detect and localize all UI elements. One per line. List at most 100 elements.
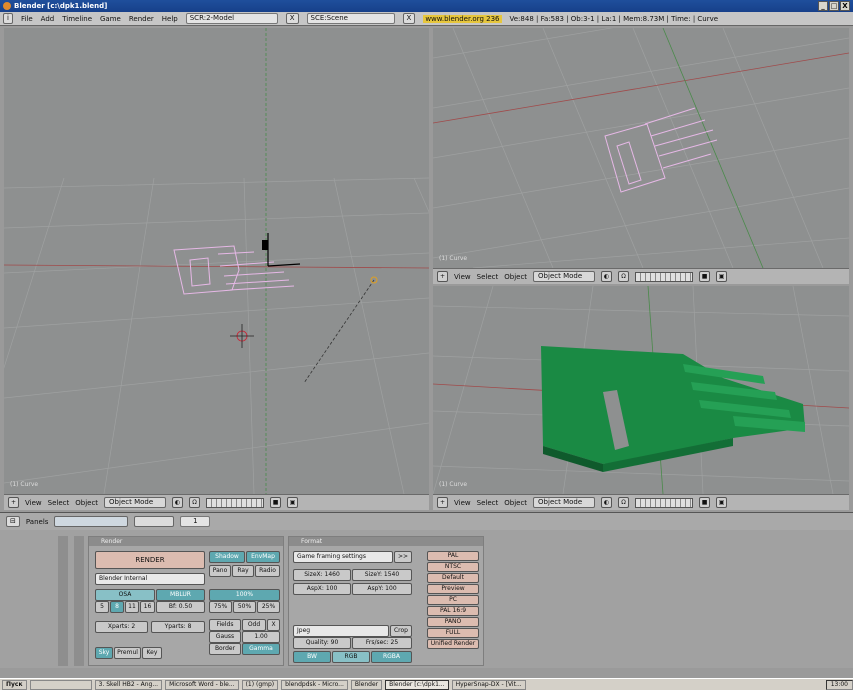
renderer-select[interactable]: Blender Internal — [95, 573, 205, 585]
size-50-button[interactable]: 50% — [233, 601, 256, 613]
window-type-icon[interactable]: ⊟ — [6, 516, 20, 527]
taskbar-item[interactable]: (1) (gmp) — [241, 679, 279, 690]
close-button[interactable]: X — [840, 1, 850, 11]
viewport-top-right[interactable]: (1) Curve — [433, 28, 849, 268]
x-toggle[interactable]: X — [267, 619, 280, 631]
taskbar-item[interactable]: 3. Skell HB2 - Ang... — [94, 679, 163, 690]
osa-11[interactable]: 11 — [125, 601, 139, 613]
frame-number[interactable]: 1 — [180, 516, 211, 527]
lock-icon[interactable]: ■ — [699, 271, 711, 282]
preset-pc[interactable]: PC — [427, 595, 479, 605]
preset-preview[interactable]: Preview — [427, 584, 479, 594]
window-type-icon[interactable]: i — [3, 13, 13, 24]
menu-select[interactable]: Select — [477, 499, 499, 507]
preset-pano[interactable]: PANO — [427, 617, 479, 627]
xparts-field[interactable]: Xparts: 2 — [95, 621, 148, 633]
preset-expand-button[interactable]: >> — [394, 551, 412, 563]
mblur-toggle[interactable]: MBLUR — [156, 589, 205, 601]
render-icon[interactable]: ▣ — [716, 271, 728, 282]
size-25-button[interactable]: 25% — [257, 601, 280, 613]
subcontext-icons[interactable] — [134, 516, 175, 527]
size-75-button[interactable]: 75% — [209, 601, 232, 613]
taskbar-item[interactable]: Blender — [350, 679, 383, 690]
viewport-perspective-left[interactable]: (1) Curve — [4, 28, 429, 494]
preset-default[interactable]: Default — [427, 573, 479, 583]
osa-16[interactable]: 16 — [140, 601, 155, 613]
panels-menu[interactable]: Panels — [26, 518, 49, 526]
window-type-icon[interactable]: + — [8, 497, 19, 508]
blender-org-link[interactable]: www.blender.org 236 — [423, 14, 502, 23]
image-format-select[interactable]: Jpeg — [293, 625, 389, 637]
taskbar-item[interactable]: blendpdsk - Micro... — [281, 679, 348, 690]
sizex-field[interactable]: SizeX: 1460 — [293, 569, 351, 581]
osa-8[interactable]: 8 — [110, 601, 124, 613]
window-type-icon[interactable]: + — [437, 271, 448, 282]
context-icons[interactable] — [54, 516, 129, 527]
menu-object[interactable]: Object — [504, 499, 527, 507]
shadow-toggle[interactable]: Shadow — [209, 551, 245, 563]
gauss-toggle[interactable]: Gauss — [209, 631, 241, 643]
menu-object[interactable]: Object — [504, 273, 527, 281]
pano-toggle[interactable]: Pano — [209, 565, 231, 577]
rgb-toggle[interactable]: RGB — [332, 651, 370, 663]
preset-pal169[interactable]: PAL 16:9 — [427, 606, 479, 616]
minimize-button[interactable]: _ — [818, 1, 828, 11]
ray-toggle[interactable]: Ray — [232, 565, 254, 577]
quality-field[interactable]: Quality: 90 — [293, 637, 351, 649]
bw-toggle[interactable]: BW — [293, 651, 331, 663]
pivot-icon[interactable]: Ω — [618, 497, 630, 508]
sizey-field[interactable]: SizeY: 1540 — [352, 569, 412, 581]
aspy-field[interactable]: AspY: 100 — [352, 583, 412, 595]
radio-toggle[interactable]: Radio — [255, 565, 280, 577]
menu-view[interactable]: View — [25, 499, 42, 507]
crop-toggle[interactable]: Crop — [390, 625, 412, 637]
draw-type-icon[interactable]: ◐ — [601, 497, 613, 508]
gamma-toggle[interactable]: Gamma — [242, 643, 280, 655]
render-icon[interactable]: ▣ — [716, 497, 728, 508]
layer-buttons[interactable] — [206, 497, 265, 508]
lock-icon[interactable]: ■ — [270, 497, 282, 508]
scene-selector[interactable]: SCE:Scene — [306, 13, 395, 24]
unified-render-toggle[interactable]: Unified Render — [427, 639, 479, 649]
menu-file[interactable]: File — [21, 15, 33, 23]
format-preset-select[interactable]: Game framing settings — [293, 551, 393, 563]
menu-help[interactable]: Help — [162, 15, 178, 23]
preset-full[interactable]: FULL — [427, 628, 479, 638]
blur-factor[interactable]: Bf: 0.50 — [156, 601, 205, 613]
pivot-icon[interactable]: Ω — [618, 271, 630, 282]
window-type-icon[interactable]: + — [437, 497, 448, 508]
menu-render[interactable]: Render — [129, 15, 154, 23]
osa-5[interactable]: 5 — [95, 601, 109, 613]
fields-toggle[interactable]: Fields — [209, 619, 241, 631]
menu-object[interactable]: Object — [75, 499, 98, 507]
draw-type-icon[interactable]: ◐ — [172, 497, 184, 508]
taskbar-item[interactable]: Microsoft Word - ble... — [165, 679, 239, 690]
premul-toggle[interactable]: Premul — [114, 647, 141, 659]
menu-select[interactable]: Select — [477, 273, 499, 281]
maximize-button[interactable]: □ — [829, 1, 839, 11]
scene-delete-button[interactable]: X — [402, 13, 416, 24]
preset-pal[interactable]: PAL — [427, 551, 479, 561]
start-button[interactable]: Пуск — [2, 679, 27, 690]
viewport-shaded[interactable]: (1) Curve — [433, 286, 849, 494]
yparts-field[interactable]: Yparts: 8 — [151, 621, 205, 633]
screen-selector[interactable]: SCR:2-Model — [185, 13, 278, 24]
draw-type-icon[interactable]: ◐ — [601, 271, 613, 282]
gauss-value[interactable]: 1.00 — [242, 631, 280, 643]
layer-buttons[interactable] — [635, 271, 694, 282]
menu-select[interactable]: Select — [48, 499, 70, 507]
border-toggle[interactable]: Border — [209, 643, 241, 655]
pivot-icon[interactable]: Ω — [189, 497, 201, 508]
mode-selector[interactable]: Object Mode — [104, 497, 167, 508]
menu-view[interactable]: View — [454, 273, 471, 281]
taskbar-item-active[interactable]: Blender [c:\dpk1... — [385, 679, 449, 690]
odd-toggle[interactable]: Odd — [242, 619, 266, 631]
mode-selector[interactable]: Object Mode — [533, 271, 596, 282]
layer-buttons[interactable] — [635, 497, 694, 508]
envmap-toggle[interactable]: EnvMap — [246, 551, 280, 563]
screen-delete-button[interactable]: X — [285, 13, 299, 24]
key-toggle[interactable]: Key — [142, 647, 162, 659]
aspx-field[interactable]: AspX: 100 — [293, 583, 351, 595]
lock-icon[interactable]: ■ — [699, 497, 711, 508]
render-icon[interactable]: ▣ — [287, 497, 299, 508]
